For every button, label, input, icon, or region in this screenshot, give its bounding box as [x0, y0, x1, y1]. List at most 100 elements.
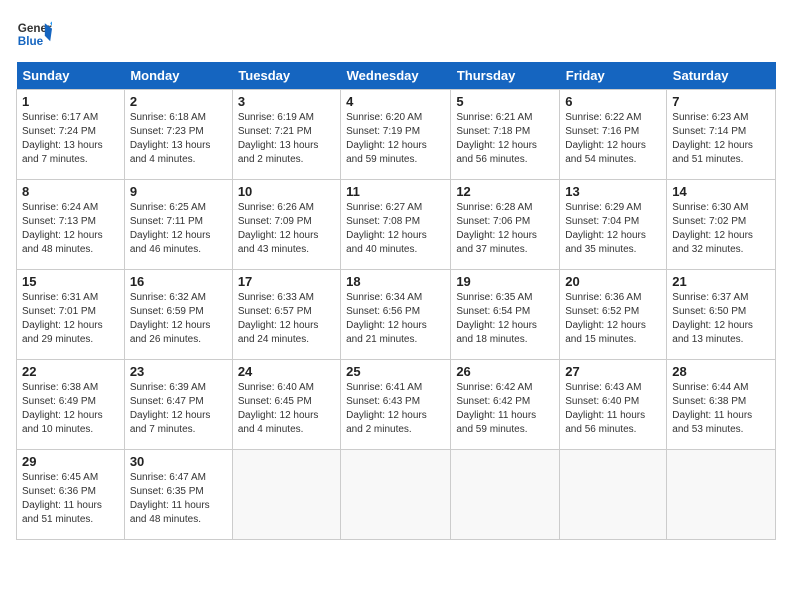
calendar-day-cell: 27 Sunrise: 6:43 AM Sunset: 6:40 PM Dayli…: [560, 360, 667, 450]
calendar-day-cell: 16 Sunrise: 6:32 AM Sunset: 6:59 PM Dayli…: [124, 270, 232, 360]
calendar-day-cell: [232, 450, 340, 540]
calendar-week-row: 29 Sunrise: 6:45 AM Sunset: 6:36 PM Dayli…: [17, 450, 776, 540]
calendar-day-cell: [667, 450, 776, 540]
calendar-day-cell: 24 Sunrise: 6:40 AM Sunset: 6:45 PM Dayli…: [232, 360, 340, 450]
weekday-header-sunday: Sunday: [17, 62, 125, 90]
day-number: 14: [672, 184, 770, 199]
day-number: 29: [22, 454, 119, 469]
day-number: 19: [456, 274, 554, 289]
day-number: 13: [565, 184, 661, 199]
day-info: Sunrise: 6:22 AM Sunset: 7:16 PM Dayligh…: [565, 111, 661, 167]
day-info: Sunrise: 6:47 AM Sunset: 6:35 PM Dayligh…: [130, 471, 227, 527]
day-number: 24: [238, 364, 335, 379]
day-number: 30: [130, 454, 227, 469]
weekday-header-friday: Friday: [560, 62, 667, 90]
day-number: 18: [346, 274, 445, 289]
day-number: 26: [456, 364, 554, 379]
day-number: 6: [565, 94, 661, 109]
day-number: 27: [565, 364, 661, 379]
day-number: 10: [238, 184, 335, 199]
calendar-day-cell: 18 Sunrise: 6:34 AM Sunset: 6:56 PM Dayli…: [341, 270, 451, 360]
calendar-week-row: 8 Sunrise: 6:24 AM Sunset: 7:13 PM Daylig…: [17, 180, 776, 270]
calendar-day-cell: 14 Sunrise: 6:30 AM Sunset: 7:02 PM Dayli…: [667, 180, 776, 270]
day-info: Sunrise: 6:24 AM Sunset: 7:13 PM Dayligh…: [22, 201, 119, 257]
calendar-day-cell: 7 Sunrise: 6:23 AM Sunset: 7:14 PM Daylig…: [667, 90, 776, 180]
day-info: Sunrise: 6:36 AM Sunset: 6:52 PM Dayligh…: [565, 291, 661, 347]
day-info: Sunrise: 6:29 AM Sunset: 7:04 PM Dayligh…: [565, 201, 661, 257]
calendar-day-cell: 6 Sunrise: 6:22 AM Sunset: 7:16 PM Daylig…: [560, 90, 667, 180]
calendar-day-cell: [451, 450, 560, 540]
day-info: Sunrise: 6:28 AM Sunset: 7:06 PM Dayligh…: [456, 201, 554, 257]
day-info: Sunrise: 6:35 AM Sunset: 6:54 PM Dayligh…: [456, 291, 554, 347]
page-header: General Blue: [16, 16, 776, 52]
calendar-day-cell: 2Sunrise: 6:18 AM Sunset: 7:23 PM Daylig…: [124, 90, 232, 180]
day-info: Sunrise: 6:26 AM Sunset: 7:09 PM Dayligh…: [238, 201, 335, 257]
day-info: Sunrise: 6:25 AM Sunset: 7:11 PM Dayligh…: [130, 201, 227, 257]
day-number: 4: [346, 94, 445, 109]
calendar-day-cell: 26 Sunrise: 6:42 AM Sunset: 6:42 PM Dayli…: [451, 360, 560, 450]
calendar-day-cell: 11 Sunrise: 6:27 AM Sunset: 7:08 PM Dayli…: [341, 180, 451, 270]
calendar-week-row: 22 Sunrise: 6:38 AM Sunset: 6:49 PM Dayli…: [17, 360, 776, 450]
calendar-day-cell: 22 Sunrise: 6:38 AM Sunset: 6:49 PM Dayli…: [17, 360, 125, 450]
calendar-day-cell: 30 Sunrise: 6:47 AM Sunset: 6:35 PM Dayli…: [124, 450, 232, 540]
day-info: Sunrise: 6:39 AM Sunset: 6:47 PM Dayligh…: [130, 381, 227, 437]
calendar-day-cell: 28 Sunrise: 6:44 AM Sunset: 6:38 PM Dayli…: [667, 360, 776, 450]
day-number: 22: [22, 364, 119, 379]
day-info: Sunrise: 6:27 AM Sunset: 7:08 PM Dayligh…: [346, 201, 445, 257]
calendar-day-cell: 9 Sunrise: 6:25 AM Sunset: 7:11 PM Daylig…: [124, 180, 232, 270]
day-info: Sunrise: 6:38 AM Sunset: 6:49 PM Dayligh…: [22, 381, 119, 437]
calendar-day-cell: 29 Sunrise: 6:45 AM Sunset: 6:36 PM Dayli…: [17, 450, 125, 540]
day-number: 25: [346, 364, 445, 379]
day-number: 17: [238, 274, 335, 289]
day-info: Sunrise: 6:34 AM Sunset: 6:56 PM Dayligh…: [346, 291, 445, 347]
day-number: 28: [672, 364, 770, 379]
day-number: 8: [22, 184, 119, 199]
calendar-day-cell: 4 Sunrise: 6:20 AM Sunset: 7:19 PM Daylig…: [341, 90, 451, 180]
calendar-week-row: 1 Sunrise: 6:17 AM Sunset: 7:24 PM Daylig…: [17, 90, 776, 180]
day-info: Sunrise: 6:40 AM Sunset: 6:45 PM Dayligh…: [238, 381, 335, 437]
calendar-day-cell: 21Sunrise: 6:37 AM Sunset: 6:50 PM Dayli…: [667, 270, 776, 360]
calendar-day-cell: 3 Sunrise: 6:19 AM Sunset: 7:21 PM Daylig…: [232, 90, 340, 180]
day-info: Sunrise: 6:32 AM Sunset: 6:59 PM Dayligh…: [130, 291, 227, 347]
calendar-table: SundayMondayTuesdayWednesdayThursdayFrid…: [16, 62, 776, 540]
day-number: 7: [672, 94, 770, 109]
day-number: 2: [130, 94, 227, 109]
weekday-header-row: SundayMondayTuesdayWednesdayThursdayFrid…: [17, 62, 776, 90]
svg-text:Blue: Blue: [18, 35, 44, 48]
day-info: Sunrise: 6:31 AM Sunset: 7:01 PM Dayligh…: [22, 291, 119, 347]
day-info: Sunrise: 6:21 AM Sunset: 7:18 PM Dayligh…: [456, 111, 554, 167]
day-number: 5: [456, 94, 554, 109]
calendar-day-cell: 8 Sunrise: 6:24 AM Sunset: 7:13 PM Daylig…: [17, 180, 125, 270]
calendar-day-cell: 15 Sunrise: 6:31 AM Sunset: 7:01 PM Dayli…: [17, 270, 125, 360]
calendar-day-cell: 10 Sunrise: 6:26 AM Sunset: 7:09 PM Dayli…: [232, 180, 340, 270]
day-number: 1: [22, 94, 119, 109]
calendar-day-cell: 17 Sunrise: 6:33 AM Sunset: 6:57 PM Dayli…: [232, 270, 340, 360]
calendar-day-cell: 12 Sunrise: 6:28 AM Sunset: 7:06 PM Dayli…: [451, 180, 560, 270]
day-number: 9: [130, 184, 227, 199]
calendar-day-cell: 20 Sunrise: 6:36 AM Sunset: 6:52 PM Dayli…: [560, 270, 667, 360]
day-info: Sunrise: 6:33 AM Sunset: 6:57 PM Dayligh…: [238, 291, 335, 347]
day-info: Sunrise: 6:44 AM Sunset: 6:38 PM Dayligh…: [672, 381, 770, 437]
day-number: 20: [565, 274, 661, 289]
day-number: 15: [22, 274, 119, 289]
day-info: Sunrise: 6:20 AM Sunset: 7:19 PM Dayligh…: [346, 111, 445, 167]
day-info: Sunrise: 6:37 AM Sunset: 6:50 PM Dayligh…: [672, 291, 770, 347]
calendar-day-cell: [560, 450, 667, 540]
weekday-header-thursday: Thursday: [451, 62, 560, 90]
calendar-day-cell: 5 Sunrise: 6:21 AM Sunset: 7:18 PM Daylig…: [451, 90, 560, 180]
day-info: Sunrise: 6:42 AM Sunset: 6:42 PM Dayligh…: [456, 381, 554, 437]
day-info: Sunrise: 6:43 AM Sunset: 6:40 PM Dayligh…: [565, 381, 661, 437]
day-info: Sunrise: 6:23 AM Sunset: 7:14 PM Dayligh…: [672, 111, 770, 167]
day-info: Sunrise: 6:30 AM Sunset: 7:02 PM Dayligh…: [672, 201, 770, 257]
day-number: 12: [456, 184, 554, 199]
day-info: Sunrise: 6:45 AM Sunset: 6:36 PM Dayligh…: [22, 471, 119, 527]
calendar-day-cell: 13 Sunrise: 6:29 AM Sunset: 7:04 PM Dayli…: [560, 180, 667, 270]
day-number: 11: [346, 184, 445, 199]
day-info: Sunrise: 6:17 AM Sunset: 7:24 PM Dayligh…: [22, 111, 119, 167]
calendar-week-row: 15 Sunrise: 6:31 AM Sunset: 7:01 PM Dayli…: [17, 270, 776, 360]
calendar-day-cell: [341, 450, 451, 540]
day-info: Sunrise: 6:19 AM Sunset: 7:21 PM Dayligh…: [238, 111, 335, 167]
day-number: 16: [130, 274, 227, 289]
weekday-header-tuesday: Tuesday: [232, 62, 340, 90]
day-number: 3: [238, 94, 335, 109]
